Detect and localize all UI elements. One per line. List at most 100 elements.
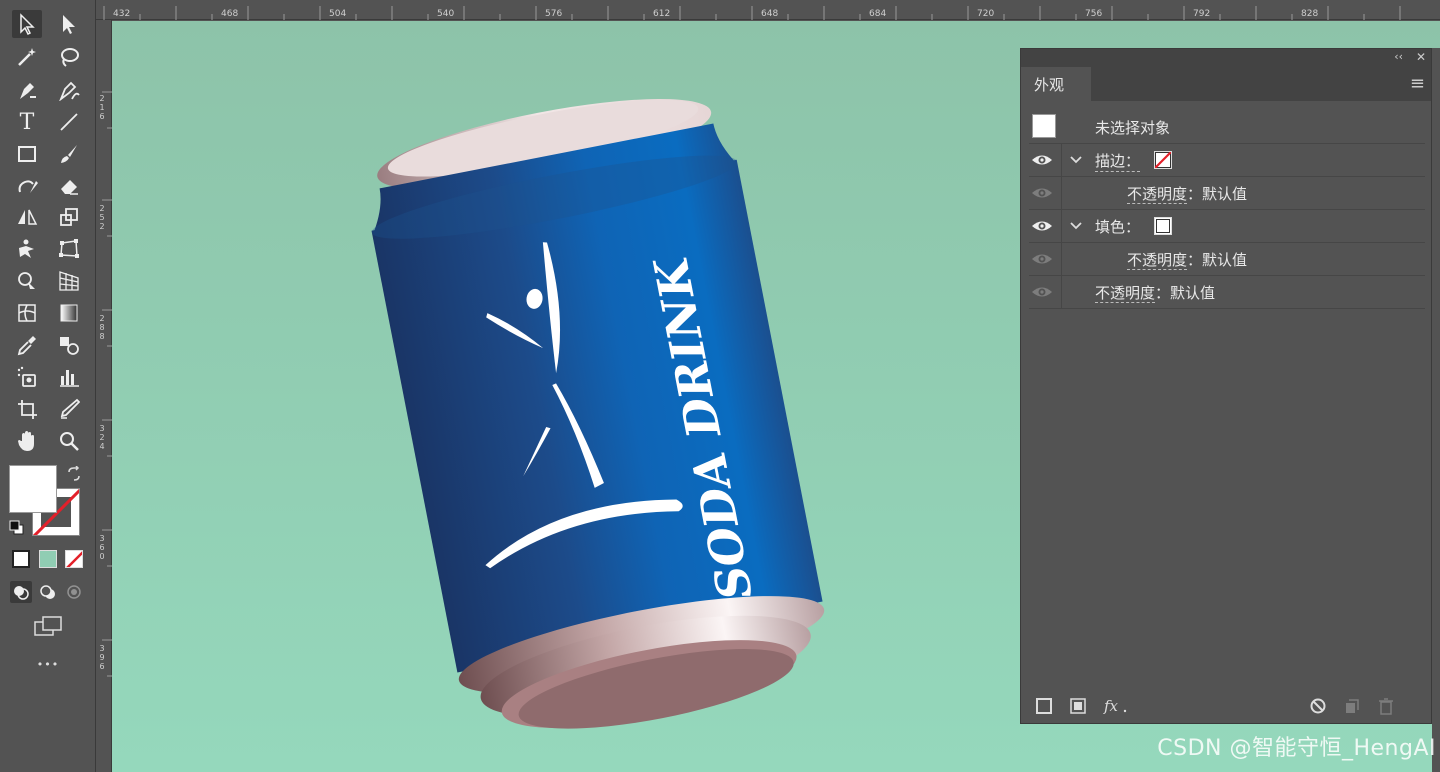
- clear-appearance-icon[interactable]: [1309, 697, 1327, 715]
- shape-builder-tool-icon[interactable]: [12, 267, 42, 295]
- add-new-stroke-icon[interactable]: [1035, 697, 1053, 715]
- fill-swatch-white[interactable]: [9, 465, 57, 513]
- add-new-effect-icon[interactable]: fx: [1103, 697, 1129, 715]
- none-mode-button[interactable]: [65, 550, 83, 568]
- delete-item-icon[interactable]: [1377, 697, 1395, 715]
- visibility-eye-icon[interactable]: [1031, 184, 1053, 202]
- type-tool-glyph: T: [19, 109, 35, 135]
- tab-appearance[interactable]: 外观: [1021, 67, 1091, 101]
- perspective-grid-tool-icon[interactable]: [54, 267, 84, 295]
- chevron-down-icon[interactable]: [1069, 219, 1083, 233]
- fill-opacity[interactable]: 不透明度：默认值: [1127, 249, 1247, 270]
- direct-selection-tool-icon[interactable]: [54, 10, 84, 38]
- visibility-eye-icon[interactable]: [1031, 283, 1053, 301]
- visibility-eye-icon[interactable]: [1031, 217, 1053, 235]
- ruler-tick: 828: [1301, 9, 1319, 19]
- ruler-tick: 252: [99, 204, 105, 231]
- appearance-row-fill[interactable]: 填色：: [1029, 210, 1425, 243]
- draw-behind-icon[interactable]: [37, 581, 59, 603]
- panel-header-bar: ‹‹ ✕: [1021, 49, 1431, 67]
- zoom-tool-icon[interactable]: [54, 427, 84, 455]
- column-graph-tool-icon[interactable]: [54, 363, 84, 391]
- default-fill-stroke-icon[interactable]: [9, 520, 25, 536]
- watermark-text: CSDN @智能守恒_HengAI: [1157, 736, 1436, 761]
- horizontal-ruler: 432 468 504 540 576 612 648 684 720 756 …: [96, 0, 1440, 20]
- tools-panel: T •••: [0, 0, 96, 772]
- edit-toolbar-icon[interactable]: •••: [30, 658, 66, 678]
- ruler-tick: 504: [329, 9, 347, 19]
- appearance-panel: ‹‹ ✕ 外观 ≡ 未选择对象 描边： 不透明度：默认值 填色： 不透明度：默认…: [1020, 48, 1432, 724]
- selection-tool-icon[interactable]: [12, 10, 42, 38]
- chevron-down-icon[interactable]: [1069, 153, 1083, 167]
- ruler-tick: 648: [761, 9, 779, 19]
- ruler-tick: 324: [99, 424, 105, 451]
- collapsed-dock-strip: [1432, 48, 1440, 772]
- object-opacity[interactable]: 不透明度：默认值: [1095, 282, 1215, 303]
- eyedropper-tool-icon[interactable]: [12, 331, 42, 359]
- gradient-mode-button[interactable]: [39, 550, 57, 568]
- panel-menu-icon[interactable]: ≡: [1410, 73, 1425, 94]
- appearance-row-opacity[interactable]: 不透明度：默认值: [1029, 276, 1425, 309]
- panel-footer: fx: [1021, 689, 1431, 723]
- visibility-eye-icon[interactable]: [1031, 250, 1053, 268]
- paintbrush-tool-icon[interactable]: [54, 140, 84, 168]
- draw-normal-icon[interactable]: [10, 581, 32, 603]
- hand-tool-icon[interactable]: [12, 427, 42, 455]
- appearance-row-stroke[interactable]: 描边：: [1029, 144, 1425, 177]
- lasso-tool-icon[interactable]: [54, 43, 84, 71]
- ruler-tick: 468: [221, 9, 239, 19]
- type-tool-icon[interactable]: T: [12, 108, 42, 136]
- draw-inside-icon[interactable]: [63, 581, 85, 603]
- appearance-row-target[interactable]: 未选择对象: [1029, 111, 1425, 144]
- curvature-tool-icon[interactable]: [54, 76, 84, 104]
- appearance-row-stroke-opacity[interactable]: 不透明度：默认值: [1029, 177, 1425, 210]
- reflect-tool-icon[interactable]: [12, 203, 42, 231]
- stroke-label[interactable]: 描边：: [1095, 150, 1141, 172]
- slice-tool-icon[interactable]: [54, 395, 84, 423]
- puppet-warp-tool-icon[interactable]: [12, 235, 42, 263]
- mesh-tool-icon[interactable]: [12, 299, 42, 327]
- ruler-tick: 216: [99, 94, 105, 121]
- color-mode-button[interactable]: [12, 550, 30, 568]
- vertical-ruler: 216 252 288 324 360 396: [96, 20, 112, 772]
- shaper-tool-icon[interactable]: [12, 172, 42, 200]
- fill-color-swatch-white[interactable]: [1154, 217, 1172, 235]
- free-transform-tool-icon[interactable]: [54, 235, 84, 263]
- ruler-tick: 684: [869, 9, 887, 19]
- pen-tool-icon[interactable]: [12, 76, 42, 104]
- ruler-tick: 396: [99, 644, 105, 671]
- scale-tool-icon[interactable]: [54, 203, 84, 231]
- gradient-tool-icon[interactable]: [54, 299, 84, 327]
- stroke-opacity[interactable]: 不透明度：默认值: [1127, 183, 1247, 204]
- panel-tab-bar: 外观 ≡: [1021, 67, 1431, 101]
- magic-wand-tool-icon[interactable]: [12, 43, 42, 71]
- eraser-tool-icon[interactable]: [54, 172, 84, 200]
- ruler-tick: 720: [977, 9, 995, 19]
- stroke-color-swatch-none[interactable]: [1154, 151, 1172, 169]
- rectangle-tool-icon[interactable]: [12, 140, 42, 168]
- appearance-row-fill-opacity[interactable]: 不透明度：默认值: [1029, 243, 1425, 276]
- ruler-tick: 288: [99, 314, 105, 341]
- fill-label[interactable]: 填色：: [1095, 216, 1140, 237]
- collapse-panel-icon[interactable]: ‹‹: [1394, 50, 1403, 63]
- ruler-tick: 576: [545, 9, 563, 19]
- add-new-fill-icon[interactable]: [1069, 697, 1087, 715]
- ruler-tick: 792: [1193, 9, 1211, 19]
- duplicate-item-icon[interactable]: [1343, 697, 1361, 715]
- swap-fill-stroke-icon[interactable]: [66, 465, 82, 482]
- ruler-tick: 612: [653, 9, 671, 19]
- svg-text:fx: fx: [1103, 697, 1119, 715]
- visibility-eye-icon[interactable]: [1031, 151, 1053, 169]
- close-panel-icon[interactable]: ✕: [1416, 50, 1426, 64]
- line-tool-icon[interactable]: [54, 108, 84, 136]
- ruler-tick: 756: [1085, 9, 1103, 19]
- ruler-tick: 540: [437, 9, 455, 19]
- ruler-tick: 432: [113, 9, 131, 19]
- symbol-sprayer-tool-icon[interactable]: [12, 363, 42, 391]
- blend-tool-icon[interactable]: [54, 331, 84, 359]
- screen-mode-icon[interactable]: [33, 614, 63, 638]
- ruler-tick: 360: [99, 534, 105, 561]
- no-selection-label: 未选择对象: [1095, 119, 1171, 137]
- target-thumbnail: [1032, 114, 1056, 138]
- artboard-tool-icon[interactable]: [12, 395, 42, 423]
